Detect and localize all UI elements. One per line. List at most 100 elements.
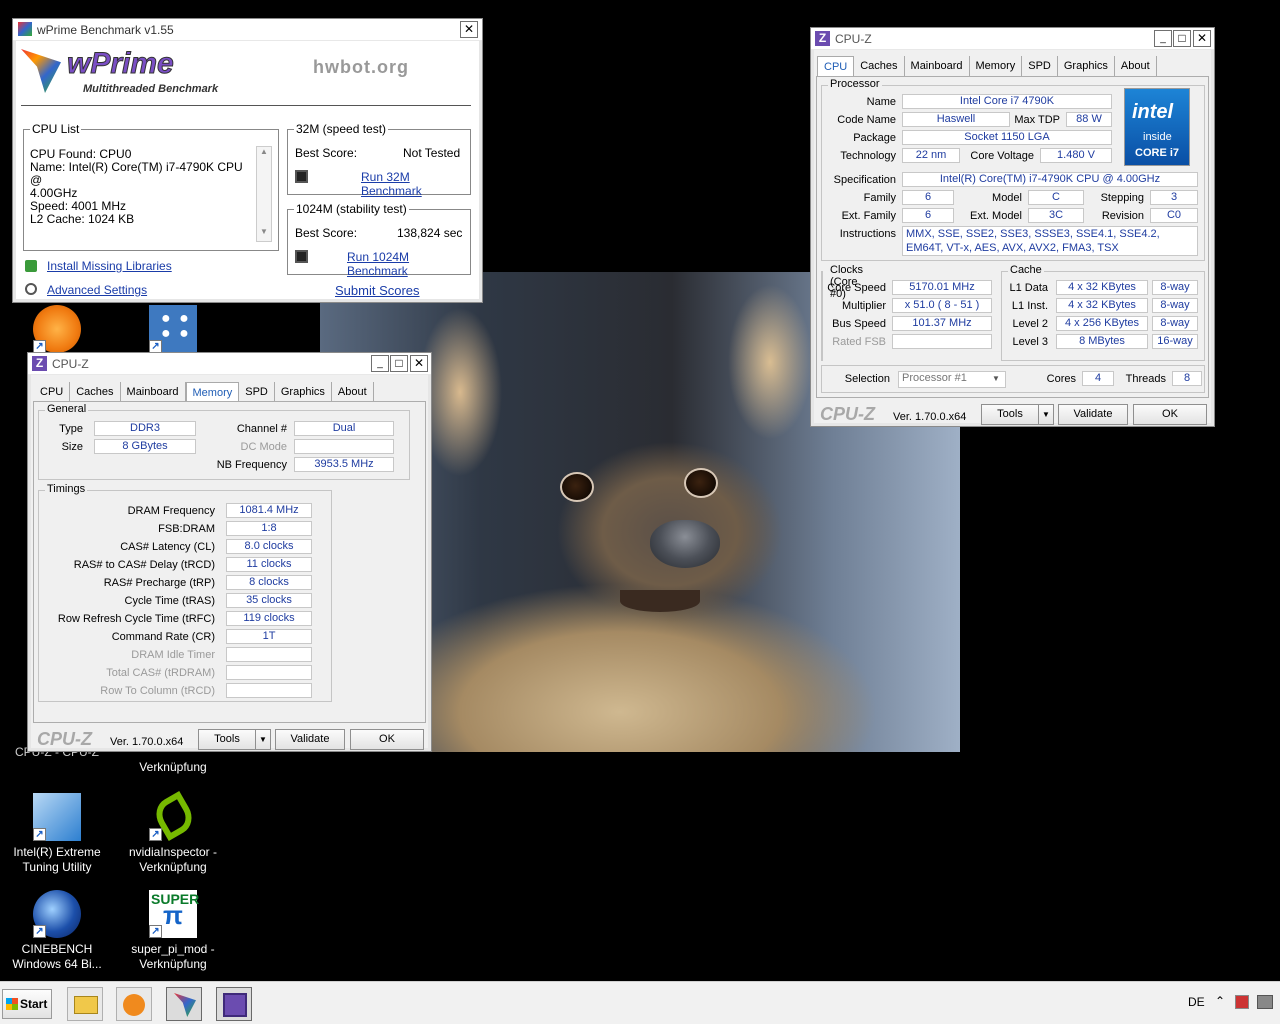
stepping-label: Stepping — [1100, 192, 1144, 204]
cpuz-cpu-titlebar[interactable]: Z CPU-Z _ □ ✕ — [811, 28, 1214, 50]
cpuz-memory-titlebar[interactable]: Z CPU-Z _ □ ✕ — [28, 353, 431, 375]
tab-memory[interactable]: Memory — [185, 382, 240, 402]
tab-about[interactable]: About — [1115, 56, 1157, 76]
run-32m-button[interactable]: Run 32M Benchmark — [361, 170, 470, 198]
cpu-list-scrollbar[interactable]: ▲ ▼ — [256, 146, 272, 242]
install-libraries-link[interactable]: Install Missing Libraries — [47, 259, 172, 273]
threads-value: 8 — [1172, 371, 1202, 386]
desktop-icon-super-pi[interactable]: SUPER π ↗ super_pi_mod - Verknüpfung — [118, 890, 228, 972]
name-value: Intel Core i7 4790K — [902, 94, 1112, 109]
tab-spd[interactable]: SPD — [1022, 56, 1058, 76]
ok-button[interactable]: OK — [350, 729, 424, 750]
settings-key-icon — [25, 283, 37, 295]
tab-cpu[interactable]: CPU — [34, 382, 71, 402]
save-icon[interactable] — [295, 170, 308, 183]
processor-select[interactable]: Processor #1 — [898, 371, 1006, 388]
install-icon — [25, 260, 37, 272]
tab-caches[interactable]: Caches — [70, 382, 121, 402]
model-label: Model — [992, 192, 1022, 204]
close-button[interactable]: ✕ — [410, 355, 428, 372]
divider — [21, 105, 471, 106]
taskbar-media-player[interactable] — [116, 987, 152, 1021]
wprime-logo-icon — [21, 49, 61, 93]
hwbot-logo[interactable]: hwbot.org — [313, 57, 409, 78]
processor-group: Processor Name Intel Core i7 4790K Code … — [821, 78, 1205, 261]
submit-scores-link[interactable]: Submit Scores — [335, 283, 420, 298]
desktop-icon-cinebench[interactable]: ↗ CINEBENCH Windows 64 Bi... — [2, 890, 112, 972]
scroll-up-icon[interactable]: ▲ — [257, 147, 271, 161]
show-hidden-icons-icon[interactable]: ⌃ — [1215, 994, 1225, 1008]
taskbar-cpuz[interactable] — [216, 987, 252, 1021]
group-label: 1024M (stability test) — [294, 202, 409, 216]
minimize-button[interactable]: _ — [1154, 30, 1172, 47]
desktop-icon-label: nvidiaInspector - Verknüpfung — [128, 845, 218, 874]
multiplier-label: Multiplier — [841, 300, 886, 312]
technology-label: Technology — [840, 150, 896, 162]
version-label: Ver. 1.70.0.x64 — [110, 736, 184, 748]
version-label: Ver. 1.70.0.x64 — [893, 411, 967, 423]
tab-memory[interactable]: Memory — [970, 56, 1023, 76]
timing-label: RAS# to CAS# Delay (tRCD) — [73, 559, 215, 571]
tools-button[interactable]: Tools — [198, 729, 256, 750]
tab-mainboard[interactable]: Mainboard — [121, 382, 186, 402]
maximize-button[interactable]: □ — [390, 355, 408, 372]
intel-core-i7-badge: intel inside CORE i7 — [1124, 88, 1190, 166]
maximize-button[interactable]: □ — [1173, 30, 1191, 47]
validate-button[interactable]: Validate — [275, 729, 345, 750]
desktop-icon-nvidia-inspector[interactable]: ↗ nvidiaInspector - Verknüpfung — [118, 791, 228, 875]
wprime-titlebar[interactable]: wPrime Benchmark v1.55 ✕ — [13, 19, 482, 41]
rated-fsb-label: Rated FSB — [832, 336, 886, 348]
tools-button[interactable]: Tools — [981, 404, 1039, 425]
action-center-icon[interactable] — [1235, 995, 1249, 1009]
technology-value: 22 nm — [902, 148, 960, 163]
level-2-value: 4 x 256 KBytes — [1056, 316, 1148, 331]
validate-button[interactable]: Validate — [1058, 404, 1128, 425]
instructions-label: Instructions — [839, 228, 896, 240]
ok-button[interactable]: OK — [1133, 404, 1207, 425]
desktop-icon-dots-app[interactable]: ● ● ● ● ↗ — [118, 305, 228, 357]
close-button[interactable]: ✕ — [460, 21, 478, 38]
tab-spd[interactable]: SPD — [239, 382, 275, 402]
taskbar-wprime[interactable] — [166, 987, 202, 1021]
size-value: 8 GBytes — [94, 439, 196, 454]
tab-graphics[interactable]: Graphics — [275, 382, 332, 402]
ext-model-value: 3C — [1028, 208, 1084, 223]
stepping-value: 3 — [1150, 190, 1198, 205]
start-button[interactable]: Start — [2, 989, 52, 1019]
wprime-logo-text: wPrime — [67, 47, 175, 81]
shortcut-arrow-icon: ↗ — [33, 828, 46, 841]
nb-frequency-value: 3953.5 MHz — [294, 457, 394, 472]
core-speed-value: 5170.01 MHz — [892, 280, 992, 295]
timing-value — [226, 665, 312, 680]
tab-mainboard[interactable]: Mainboard — [905, 56, 970, 76]
desktop-icon-verknuepfung[interactable]: Verknüpfung — [118, 760, 228, 775]
tab-cpu[interactable]: CPU — [817, 56, 855, 76]
group-label: Timings — [45, 483, 88, 495]
tools-dropdown-icon[interactable]: ▼ — [1038, 404, 1054, 425]
advanced-settings-link[interactable]: Advanced Settings — [47, 283, 147, 297]
save-icon[interactable] — [295, 250, 308, 263]
timing-value: 1081.4 MHz — [226, 503, 312, 518]
cinebench-icon: ↗ — [33, 890, 81, 938]
revision-label: Revision — [1101, 210, 1144, 222]
language-indicator[interactable]: DE — [1188, 995, 1205, 1009]
tab-caches[interactable]: Caches — [854, 56, 905, 76]
type-value: DDR3 — [94, 421, 196, 436]
wprime-icon — [174, 993, 196, 1017]
desktop-icon-label: super_pi_mod - Verknüpfung — [131, 942, 215, 971]
desktop-icon-orange-app[interactable]: ↗ — [2, 305, 112, 357]
taskbar-explorer[interactable] — [67, 987, 103, 1021]
tools-dropdown-icon[interactable]: ▼ — [255, 729, 271, 750]
tab-graphics[interactable]: Graphics — [1058, 56, 1115, 76]
chevron-down-icon[interactable]: ▼ — [992, 374, 1000, 383]
tab-about[interactable]: About — [332, 382, 374, 402]
minimize-button[interactable]: _ — [371, 355, 389, 372]
test-32m-group: 32M (speed test) Best Score: Not Tested … — [287, 122, 471, 198]
timing-label: CAS# Latency (CL) — [120, 541, 215, 553]
desktop-icon-intel-xtu[interactable]: ↗ Intel(R) Extreme Tuning Utility — [2, 793, 112, 875]
close-button[interactable]: ✕ — [1193, 30, 1211, 47]
scroll-down-icon[interactable]: ▼ — [257, 227, 271, 241]
network-icon[interactable] — [1257, 995, 1273, 1009]
run-1024m-button[interactable]: Run 1024M Benchmark — [347, 250, 470, 278]
timing-value: 8 clocks — [226, 575, 312, 590]
